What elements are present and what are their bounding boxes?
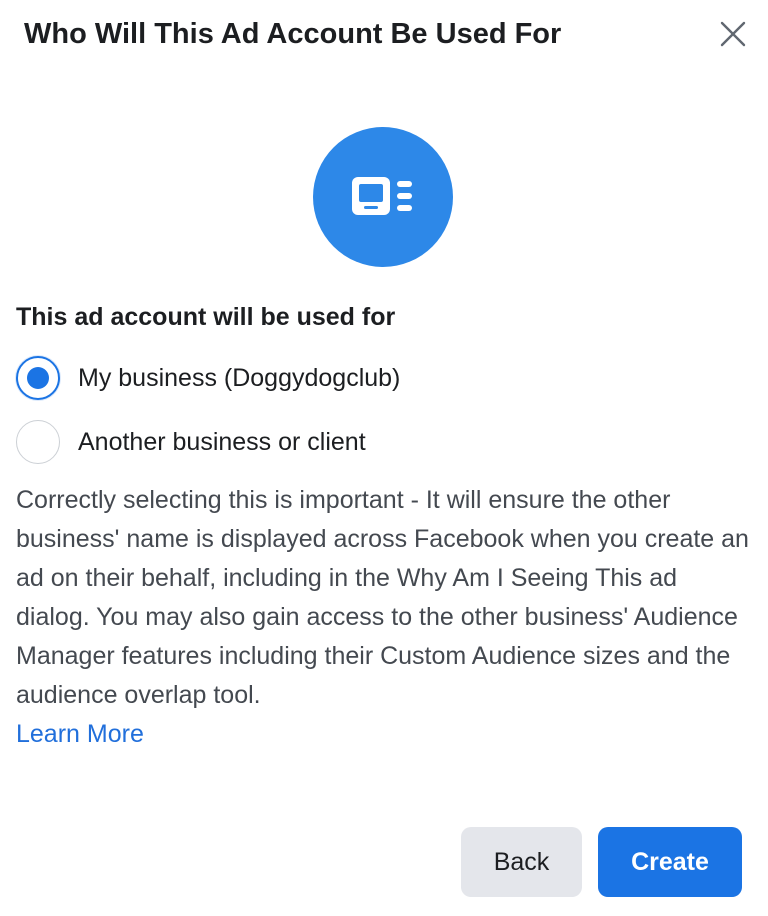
create-button[interactable]: Create — [598, 827, 742, 897]
close-icon — [720, 21, 746, 47]
radio-label-my-business: My business (Doggydogclub) — [78, 364, 401, 392]
back-button[interactable]: Back — [461, 827, 582, 897]
radio-button-my-business[interactable] — [16, 356, 60, 400]
radio-label-another-business: Another business or client — [78, 428, 366, 456]
description-text: Correctly selecting this is important - … — [16, 486, 749, 709]
radio-button-another-business[interactable] — [16, 420, 60, 464]
dialog-title: Who Will This Ad Account Be Used For — [24, 18, 562, 50]
hero-circle — [313, 127, 453, 267]
radio-selected-dot — [27, 367, 49, 389]
usage-section-label: This ad account will be used for — [16, 303, 396, 331]
close-button[interactable] — [712, 14, 754, 54]
radio-option-my-business[interactable]: My business (Doggydogclub) — [16, 354, 400, 402]
learn-more-link[interactable]: Learn More — [16, 715, 144, 754]
ad-account-icon — [352, 177, 412, 215]
ad-account-dialog: Who Will This Ad Account Be Used For Thi… — [0, 0, 768, 916]
radio-option-another-business[interactable]: Another business or client — [16, 418, 366, 466]
